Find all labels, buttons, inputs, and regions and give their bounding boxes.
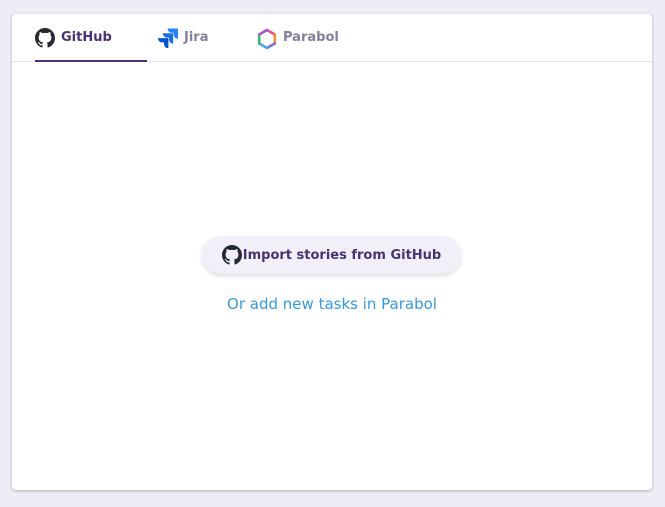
integration-panel: GitHub Jira Parabol Import stories from … bbox=[12, 14, 652, 490]
tab-jira[interactable]: Jira bbox=[158, 14, 208, 61]
jira-icon bbox=[158, 28, 178, 48]
import-button-label: Import stories from GitHub bbox=[242, 247, 442, 263]
tab-bar: GitHub Jira Parabol bbox=[12, 14, 652, 62]
tab-github[interactable]: GitHub bbox=[35, 14, 147, 62]
tab-label: Parabol bbox=[283, 30, 339, 45]
github-icon bbox=[221, 245, 242, 265]
active-tab-indicator bbox=[35, 60, 147, 62]
github-icon bbox=[35, 27, 55, 48]
tab-label: GitHub bbox=[61, 30, 112, 45]
tab-label: Jira bbox=[184, 30, 209, 45]
add-tasks-link[interactable]: Or add new tasks in Parabol bbox=[12, 295, 652, 313]
tab-parabol[interactable]: Parabol bbox=[257, 14, 339, 61]
parabol-icon bbox=[257, 28, 277, 49]
import-stories-button[interactable]: Import stories from GitHub bbox=[202, 236, 461, 274]
